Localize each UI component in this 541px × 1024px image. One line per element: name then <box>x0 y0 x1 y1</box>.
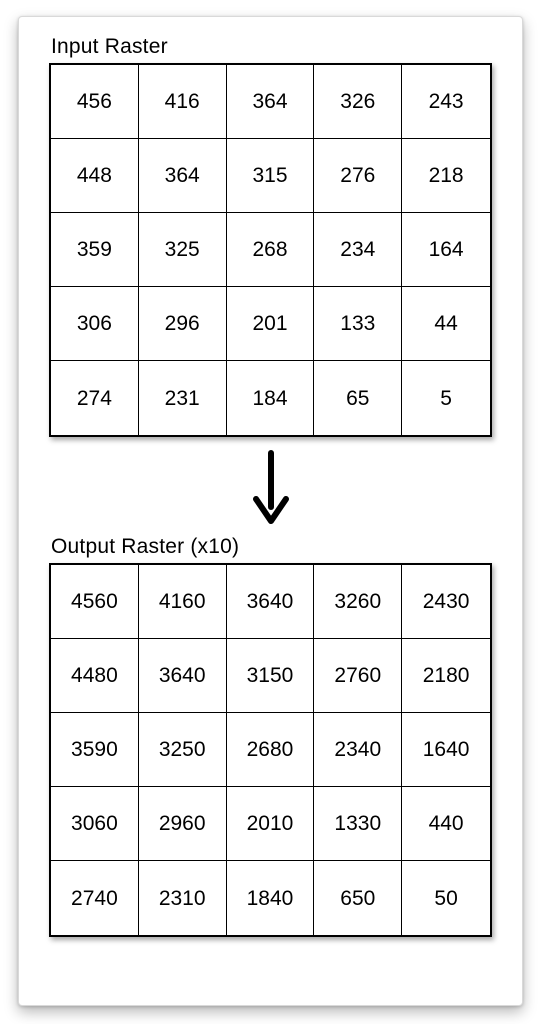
output-raster-cell: 1640 <box>402 713 490 787</box>
output-raster-cell: 3150 <box>227 639 315 713</box>
output-raster-cell: 440 <box>402 787 490 861</box>
input-raster-cell: 416 <box>139 65 227 139</box>
output-raster-cell: 3640 <box>139 639 227 713</box>
output-raster-cell: 4480 <box>51 639 139 713</box>
input-raster-cell: 201 <box>227 287 315 361</box>
output-raster-cell: 3250 <box>139 713 227 787</box>
input-raster-cell: 276 <box>314 139 402 213</box>
panel: Input Raster 456416364326243448364315276… <box>18 16 523 1006</box>
input-raster-cell: 306 <box>51 287 139 361</box>
input-raster-cell: 274 <box>51 361 139 435</box>
output-raster-cell: 4160 <box>139 565 227 639</box>
input-raster-cell: 184 <box>227 361 315 435</box>
output-raster-cell: 2180 <box>402 639 490 713</box>
input-raster-cell: 65 <box>314 361 402 435</box>
input-raster-cell: 243 <box>402 65 490 139</box>
input-raster-cell: 359 <box>51 213 139 287</box>
arrow-wrap <box>49 437 492 535</box>
page: Input Raster 456416364326243448364315276… <box>0 0 541 1024</box>
output-raster-cell: 2430 <box>402 565 490 639</box>
output-raster-cell: 3640 <box>227 565 315 639</box>
output-raster-cell: 2340 <box>314 713 402 787</box>
input-raster-cell: 268 <box>227 213 315 287</box>
output-raster-block: Output Raster (x10) 45604160364032602430… <box>49 535 492 937</box>
output-raster-title: Output Raster (x10) <box>51 535 492 559</box>
output-raster-cell: 2760 <box>314 639 402 713</box>
input-raster-cell: 133 <box>314 287 402 361</box>
input-raster-block: Input Raster 456416364326243448364315276… <box>49 35 492 437</box>
down-arrow-icon <box>248 449 294 527</box>
input-raster-cell: 448 <box>51 139 139 213</box>
input-raster-cell: 44 <box>402 287 490 361</box>
output-raster-cell: 3060 <box>51 787 139 861</box>
input-raster-cell: 325 <box>139 213 227 287</box>
input-raster-cell: 456 <box>51 65 139 139</box>
output-raster-cell: 1840 <box>227 861 315 935</box>
output-raster-cell: 3260 <box>314 565 402 639</box>
output-raster-cell: 2010 <box>227 787 315 861</box>
output-raster-cell: 2310 <box>139 861 227 935</box>
input-raster-cell: 164 <box>402 213 490 287</box>
input-raster-cell: 231 <box>139 361 227 435</box>
output-raster-cell: 4560 <box>51 565 139 639</box>
input-raster-cell: 315 <box>227 139 315 213</box>
output-raster-cell: 3590 <box>51 713 139 787</box>
input-raster-cell: 364 <box>227 65 315 139</box>
input-raster-cell: 296 <box>139 287 227 361</box>
input-raster-grid: 4564163643262434483643152762183593252682… <box>49 63 492 437</box>
output-raster-cell: 50 <box>402 861 490 935</box>
input-raster-cell: 5 <box>402 361 490 435</box>
input-raster-title: Input Raster <box>51 35 492 59</box>
input-raster-cell: 326 <box>314 65 402 139</box>
output-raster-cell: 650 <box>314 861 402 935</box>
output-raster-cell: 1330 <box>314 787 402 861</box>
output-raster-cell: 2680 <box>227 713 315 787</box>
output-raster-cell: 2960 <box>139 787 227 861</box>
input-raster-cell: 364 <box>139 139 227 213</box>
input-raster-cell: 218 <box>402 139 490 213</box>
output-raster-cell: 2740 <box>51 861 139 935</box>
output-raster-grid: 4560416036403260243044803640315027602180… <box>49 563 492 937</box>
input-raster-cell: 234 <box>314 213 402 287</box>
